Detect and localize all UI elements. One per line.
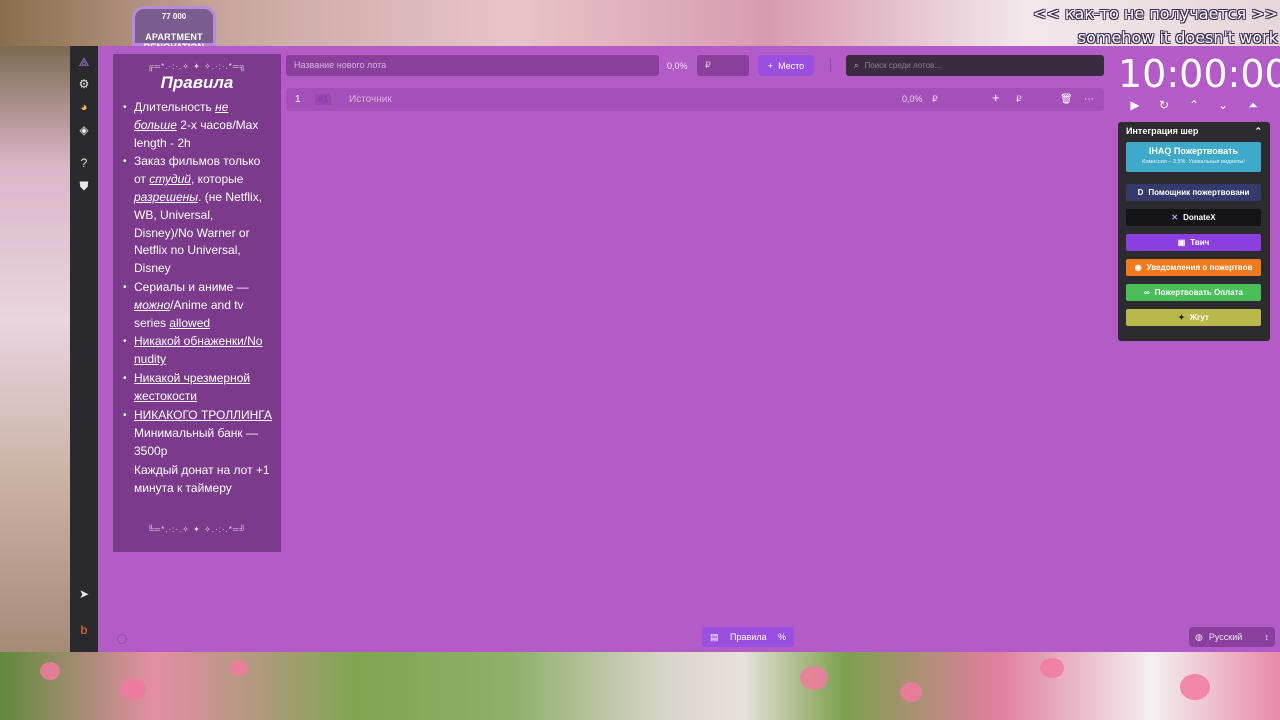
rule-studios: Заказ фильмов только от студий, которые … — [121, 153, 273, 278]
rule-donation-timer: Каждый донат на лот +1 минута к таймеру — [134, 462, 270, 495]
place-button-label: Место — [778, 60, 805, 71]
boosty-icon[interactable]: b — [76, 622, 92, 638]
footer-status-icon[interactable] — [117, 634, 127, 644]
donation-assistant-button[interactable]: D Помощник пожертвовани — [1126, 184, 1261, 201]
search-icon: ⌕ — [854, 61, 859, 70]
search-lots-input[interactable]: ⌕ Поиск среди лотов... — [846, 55, 1104, 76]
footer-rules-tab[interactable]: ▤ Правила % — [702, 627, 794, 647]
rule-no-nudity: Никакой обнаженки/No nudity — [121, 333, 273, 369]
donate-pay-button[interactable]: ∞ Пожертвовать Оплата — [1126, 284, 1261, 301]
left-icon-rail: ⟁ ⚙ ◕ ◈ ? ⛊ ➤ b — [70, 46, 98, 652]
background-left-scenery — [0, 46, 70, 656]
lot-name[interactable]: Источник — [349, 94, 392, 105]
rules-panel: ╔═*.·:·.✧ ✦ ✧.·:·.*═╗ Правила Длительнос… — [113, 54, 281, 552]
ihaq-subtitle: Комиссия – 3,5%. Уникальные виджеты! — [1142, 159, 1245, 165]
plus-icon: + — [767, 60, 774, 71]
donation-alerts-icon: ◉ — [1134, 263, 1142, 272]
rules-tab-icon: ▤ — [710, 631, 719, 642]
more-options-icon[interactable]: ⋯ — [1084, 94, 1094, 105]
lot-tag: #1 — [315, 94, 332, 105]
help-icon[interactable]: ? — [76, 155, 92, 171]
trash-icon[interactable]: 🗑 — [1060, 94, 1073, 105]
donation-assistant-icon: D — [1137, 188, 1144, 197]
lot-add-amount-input[interactable]: ₽ — [1016, 94, 1022, 105]
integrations-panel: Интеграция шер ⌃ IHAQ Пожертвовать Комис… — [1118, 122, 1270, 341]
stream-caption-en: somehow it doesn't work — [1077, 28, 1278, 47]
rules-tab-label: Правила — [729, 632, 767, 642]
rule-min-bank: Минимальный банк — 3500р — [134, 426, 258, 459]
auction-timer: 10:00:00 — [1118, 52, 1280, 96]
wheel-chart-icon[interactable]: ◕ — [76, 99, 92, 115]
footer-ghost-icon[interactable]: ◌ — [610, 632, 615, 642]
donatex-icon: ✕ — [1171, 213, 1179, 222]
new-lot-name-input[interactable]: Название нового лота — [286, 55, 659, 76]
harness-icon: ✦ — [1178, 313, 1185, 322]
harness-button[interactable]: ✦ Жгут — [1126, 309, 1261, 326]
place-button[interactable]: + Место — [758, 55, 814, 76]
footer-ghost-icon[interactable]: ◌ — [576, 632, 581, 642]
auction-app: ⟁ ⚙ ◕ ◈ ? ⛊ ➤ b ╔═*.·:·.✧ ✦ ✧.·:·.*═╗ Пр… — [70, 46, 1280, 652]
footer-ghost-icon[interactable]: ◌ — [546, 632, 551, 642]
search-placeholder: Поиск среди лотов... — [864, 61, 941, 70]
rules-list: Длительность не больше 2-х часов/Max len… — [121, 99, 273, 498]
chevron-up-icon[interactable]: ⌃ — [1185, 98, 1203, 112]
footer-ghost-icon[interactable]: ◌ — [642, 632, 647, 642]
select-arrows-icon: ↕ — [1264, 632, 1270, 642]
reset-icon[interactable]: ↻ — [1155, 98, 1173, 112]
settings-gear-icon[interactable]: ⚙ — [76, 76, 92, 92]
rule-duration: Длительность не больше 2-х часов/Max len… — [121, 99, 273, 152]
lot-index: 1 — [295, 94, 301, 105]
stream-goal-badge: 77 000 APARTMENT RENOVATION — [132, 6, 216, 52]
integrations-header[interactable]: Интеграция шер ⌃ — [1126, 126, 1262, 142]
lot-add-plus-icon[interactable]: + — [992, 91, 1000, 104]
ihaq-title: IHAQ Пожертвовать — [1148, 146, 1239, 156]
integrations-title: Интеграция шер — [1126, 126, 1199, 136]
toolbar-divider — [830, 58, 831, 72]
rules-title: Правила — [160, 73, 234, 92]
footer-ghost-icon[interactable]: ◌ — [842, 632, 847, 642]
rules-decoration-top: ╔═*.·:·.✧ ✦ ✧.·:·.*═╗ — [147, 62, 247, 71]
collapse-chevron-icon[interactable]: ⌃ — [1254, 126, 1262, 142]
app-logo-icon[interactable]: ⟁ — [76, 54, 92, 70]
new-lot-percent: 0,0% — [667, 61, 688, 71]
lot-percent: 0,0% — [902, 94, 923, 104]
rule-no-violence: Никакой чрезмерной жестокости — [121, 370, 273, 406]
stream-caption-ru: << как-то не получается >> — [1032, 4, 1278, 23]
twitch-icon: ▣ — [1177, 238, 1186, 247]
language-label: Русский — [1208, 632, 1243, 642]
donatex-button[interactable]: ✕ DonateX — [1126, 209, 1261, 226]
shield-check-icon[interactable]: ⛊ — [76, 178, 92, 194]
layers-icon[interactable]: ◈ — [76, 122, 92, 138]
play-icon[interactable]: ▶ — [1126, 98, 1144, 112]
donation-alerts-button[interactable]: ◉ Уведомления о пожертвов — [1126, 259, 1261, 276]
rule-series-anime: Сериалы и аниме — можно/Anime and tv ser… — [121, 279, 273, 332]
badge-number: 77 000 — [161, 12, 187, 21]
language-select[interactable]: ◍ Русский ↕ — [1189, 627, 1275, 647]
telegram-icon[interactable]: ➤ — [76, 586, 92, 602]
footer-ghost-icon[interactable]: ◌ — [674, 632, 679, 642]
footer-ghost-icon[interactable]: ◌ — [814, 632, 819, 642]
percent-icon[interactable]: % — [778, 632, 786, 642]
rule-no-trolling: НИКАКОГО ТРОЛЛИНГА — [121, 407, 273, 425]
double-chevron-up-icon[interactable]: ⏶ — [1244, 98, 1262, 113]
rules-decoration-bottom: ╚═*.·:·.✧ ✦ ✧.·:·.*═╝ — [147, 525, 247, 534]
ihaq-donate-button[interactable]: IHAQ Пожертвовать Комиссия – 3,5%. Уника… — [1126, 142, 1261, 172]
chevron-down-icon[interactable]: ⌄ — [1214, 98, 1232, 112]
lot-currency: ₽ — [932, 94, 938, 104]
donate-pay-icon: ∞ — [1144, 288, 1150, 297]
twitch-button[interactable]: ▣ Твич — [1126, 234, 1261, 251]
globe-icon: ◍ — [1195, 631, 1203, 642]
background-bottom-scenery — [0, 652, 1280, 720]
new-lot-amount-input[interactable]: ₽ — [697, 55, 749, 76]
lot-row[interactable]: 1 #1 Источник 0,0% ₽ + ₽ 🗑 ⋯ — [286, 88, 1104, 111]
